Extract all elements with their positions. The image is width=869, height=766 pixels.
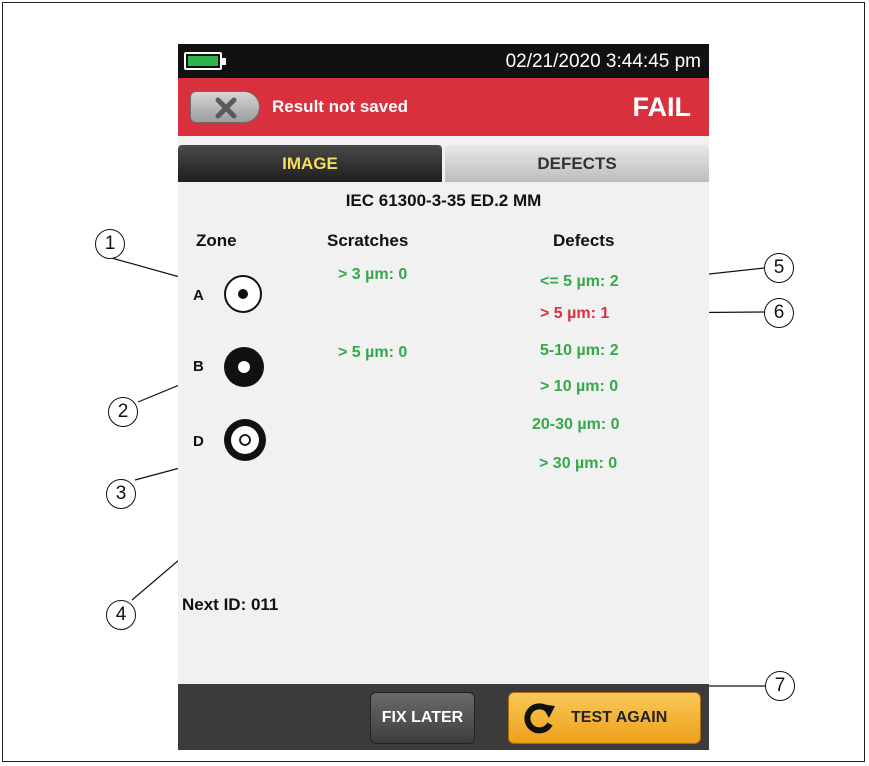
zone-d-label: D <box>193 433 204 450</box>
zone-b-icon <box>224 347 264 387</box>
callout-4: 4 <box>106 600 136 630</box>
scratch-value: > 5 µm: 0 <box>338 344 408 361</box>
zone-b-label: B <box>193 358 204 375</box>
zone-a-icon <box>224 275 262 313</box>
fix-later-button[interactable]: FIX LATER <box>370 692 475 744</box>
defects-column-header: Defects <box>553 231 615 250</box>
defect-value: 20-30 µm: 0 <box>532 416 620 433</box>
callout-5: 5 <box>764 253 794 283</box>
result-message: Result not saved <box>272 97 409 116</box>
defect-value: > 10 µm: 0 <box>540 378 619 395</box>
test-standard: IEC 61300-3-35 ED.2 MM <box>345 191 542 210</box>
result-status: FAIL <box>632 92 692 122</box>
defect-value-fail: > 5 µm: 1 <box>540 305 610 322</box>
callout-7: 7 <box>765 671 795 701</box>
callout-3: 3 <box>106 479 136 509</box>
refresh-icon <box>524 703 555 734</box>
tab-bar: IMAGE DEFECTS <box>178 145 709 182</box>
zone-column-header: Zone <box>196 231 237 250</box>
status-datetime: 02/21/2020 3:44:45 pm <box>505 51 701 72</box>
test-again-label: TEST AGAIN <box>571 709 668 726</box>
close-icon <box>215 97 237 119</box>
test-again-button[interactable]: TEST AGAIN <box>508 692 701 744</box>
defect-value: > 30 µm: 0 <box>539 455 618 472</box>
battery-icon <box>184 52 226 70</box>
callout-1: 1 <box>95 229 125 259</box>
result-header: Result not saved FAIL <box>178 78 709 136</box>
status-bar: 02/21/2020 3:44:45 pm <box>178 44 709 78</box>
next-id: Next ID: 011 <box>182 595 279 614</box>
defect-value: <= 5 µm: 2 <box>540 273 619 290</box>
tab-defects[interactable]: DEFECTS <box>445 145 709 182</box>
scratch-value: > 3 µm: 0 <box>338 266 408 283</box>
callout-2: 2 <box>108 397 138 427</box>
close-button[interactable] <box>190 91 260 123</box>
bottom-action-bar: FIX LATER TEST AGAIN <box>178 684 709 750</box>
zone-d-icon <box>224 419 266 461</box>
tab-image[interactable]: IMAGE <box>178 145 442 182</box>
zone-a-label: A <box>193 287 204 304</box>
defect-value: 5-10 µm: 2 <box>540 342 619 359</box>
device-screen: 02/21/2020 3:44:45 pm Result not saved F… <box>178 44 709 750</box>
callout-6: 6 <box>764 298 794 328</box>
scratches-column-header: Scratches <box>327 231 409 250</box>
